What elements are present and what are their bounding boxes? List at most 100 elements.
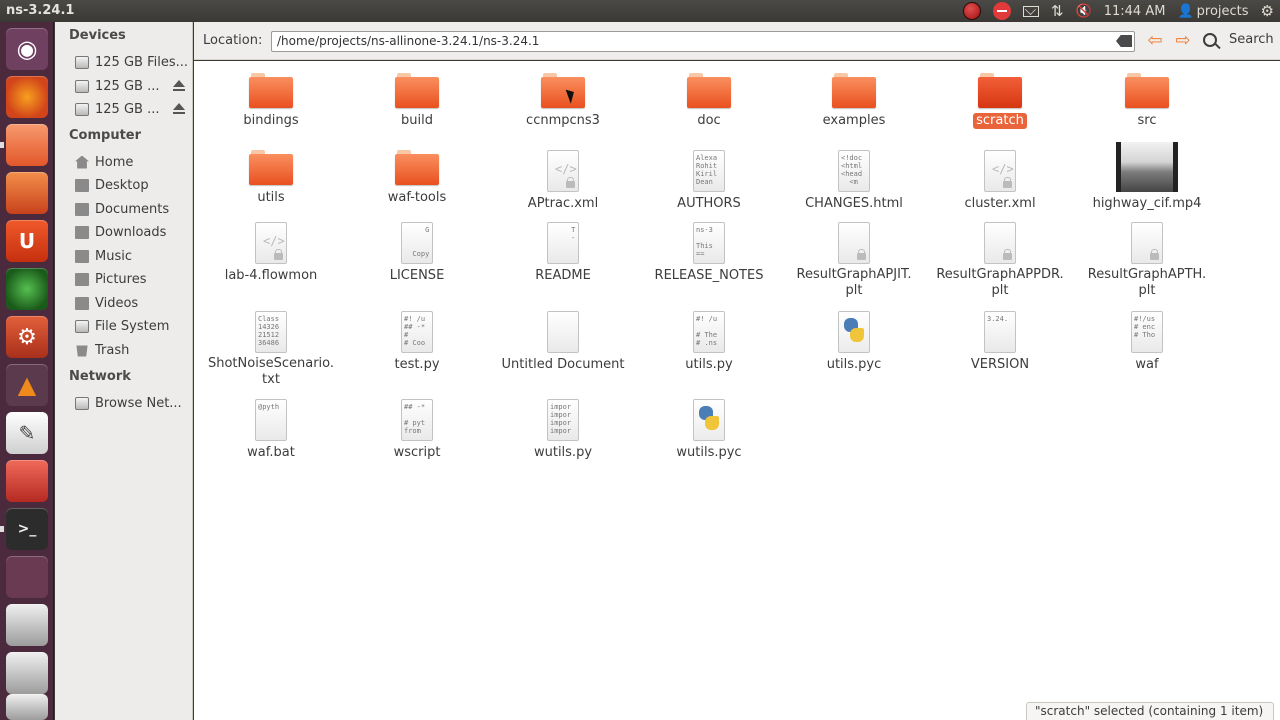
file-item[interactable]: T - README: [493, 222, 633, 284]
python-file-icon: [838, 311, 870, 353]
sidebar-item-pictures[interactable]: Pictures: [75, 269, 191, 289]
stop-indicator-icon[interactable]: [992, 2, 1011, 20]
sidebar-item-file-system[interactable]: File System: [75, 316, 191, 336]
folder-item[interactable]: bindings: [201, 73, 341, 129]
file-item[interactable]: </> APtrac.xml: [493, 150, 633, 212]
lock-icon: [1003, 249, 1012, 260]
sidebar-item-browse-network[interactable]: Browse Net...: [75, 393, 191, 413]
lock-icon: [274, 249, 283, 260]
file-item[interactable]: </> lab-4.flowmon: [201, 222, 341, 284]
sidebar-item-desktop[interactable]: Desktop: [75, 175, 191, 195]
file-item[interactable]: G Copy LICENSE: [347, 222, 487, 284]
folder-item[interactable]: examples: [784, 73, 924, 129]
sidebar-item-documents[interactable]: Documents: [75, 199, 191, 219]
file-preview-text: Class 14326 21512 36486: [258, 315, 280, 347]
folder-item[interactable]: doc: [639, 73, 779, 129]
clock[interactable]: 11:44 AM: [1104, 0, 1166, 22]
mail-icon[interactable]: [1022, 5, 1039, 17]
terminal-icon[interactable]: >_: [6, 508, 48, 550]
file-item[interactable]: ResultGraphAPTH. plt: [1077, 222, 1217, 299]
text-file-icon: Alexa Rohit Kiril Dean: [693, 150, 725, 192]
location-input[interactable]: /home/projects/ns-allinone-3.24.1/ns-3.2…: [271, 31, 1135, 52]
vlc-icon[interactable]: ▲: [6, 364, 48, 406]
ubuntu-software-icon[interactable]: U: [6, 220, 48, 262]
user-name: projects: [1196, 3, 1249, 19]
file-item[interactable]: #! /u ## -* # # Coo test.py: [347, 311, 487, 373]
lock-icon: [566, 177, 575, 188]
lock-icon: [857, 249, 866, 260]
file-name-label: lab-4.flowmon: [224, 268, 318, 283]
workspace-switcher-icon[interactable]: [6, 556, 48, 598]
sidebar-item-videos[interactable]: Videos: [75, 293, 191, 313]
file-preview-text: @pyth: [258, 403, 280, 411]
file-item[interactable]: #! /u # The # .ns utils.py: [639, 311, 779, 373]
python-file-icon: [693, 399, 725, 441]
sidebar-item-device[interactable]: 125 GB ...: [75, 99, 191, 119]
file-item[interactable]: @pyth waf.bat: [201, 399, 341, 461]
file-item[interactable]: #!/us # enc # Tho waf: [1077, 311, 1217, 373]
file-item[interactable]: <!doc <html <head <m CHANGES.html: [784, 150, 924, 212]
folder-item[interactable]: src: [1077, 73, 1217, 129]
sidebar-item-downloads[interactable]: Downloads: [75, 222, 191, 242]
drive-icon[interactable]: [6, 694, 48, 720]
files-icon[interactable]: [6, 124, 48, 166]
file-item[interactable]: Class 14326 21512 36486 ShotNoiseScenario…: [201, 311, 341, 388]
folder-icon: [1125, 73, 1169, 109]
drive-icon[interactable]: [6, 604, 48, 646]
folder-item[interactable]: scratch: [930, 73, 1070, 129]
lock-icon: [1150, 249, 1159, 260]
file-item[interactable]: highway_cif.mp4: [1077, 142, 1217, 212]
search-button[interactable]: Search: [1203, 32, 1274, 47]
back-arrow-icon[interactable]: ⇦: [1146, 32, 1164, 50]
system-settings-icon[interactable]: ⚙: [6, 316, 48, 358]
text-file-icon: Class 14326 21512 36486: [255, 311, 287, 353]
draw-app-icon[interactable]: [6, 460, 48, 502]
user-menu[interactable]: 👤 projects: [1177, 0, 1248, 22]
file-preview-text: #! /u ## -* # # Coo: [404, 315, 426, 347]
sidebar-item-label: Music: [95, 248, 132, 264]
volume-muted-icon[interactable]: 🔇: [1076, 0, 1092, 22]
sidebar-item-home[interactable]: Home: [75, 152, 191, 172]
file-item[interactable]: Untitled Document: [493, 311, 633, 373]
session-gear-icon[interactable]: ⚙: [1261, 0, 1274, 22]
sidebar-item-trash[interactable]: Trash: [75, 340, 191, 360]
file-name-label: wutils.py: [533, 445, 593, 460]
file-item[interactable]: </> cluster.xml: [930, 150, 1070, 212]
folder-item[interactable]: build: [347, 73, 487, 129]
file-name-label: ResultGraphAPJIT. plt: [796, 267, 912, 298]
dash-home-icon[interactable]: ◉: [6, 28, 48, 70]
network-icon: [75, 396, 89, 410]
sidebar-item-music[interactable]: Music: [75, 246, 191, 266]
sidebar-item-device[interactable]: 125 GB Files...: [75, 52, 191, 72]
file-item[interactable]: Alexa Rohit Kiril Dean AUTHORS: [639, 150, 779, 212]
folder-item[interactable]: utils: [201, 150, 341, 206]
folder-icon: [249, 150, 293, 186]
record-indicator-icon[interactable]: [962, 2, 981, 20]
text-editor-icon[interactable]: ✎: [6, 412, 48, 454]
file-item[interactable]: 3.24. VERSION: [930, 311, 1070, 373]
folder-item[interactable]: waf-tools: [347, 150, 487, 206]
file-item[interactable]: impor impor impor impor wutils.py: [493, 399, 633, 461]
location-toolbar: Location: /home/projects/ns-allinone-3.2…: [194, 22, 1280, 60]
eject-icon[interactable]: [173, 80, 185, 92]
file-item[interactable]: ResultGraphAPPDR. plt: [930, 222, 1070, 299]
file-item[interactable]: ns-3 This == RELEASE_NOTES: [639, 222, 779, 284]
firefox-icon[interactable]: [6, 76, 48, 118]
impress-icon[interactable]: [6, 172, 48, 214]
drive-icon[interactable]: [6, 652, 48, 694]
forward-arrow-icon[interactable]: ⇨: [1174, 32, 1192, 50]
globe-app-icon[interactable]: [6, 268, 48, 310]
code-glyph-icon: </>: [263, 234, 285, 248]
sidebar-item-device[interactable]: 125 GB ...: [75, 76, 191, 96]
file-item[interactable]: ResultGraphAPJIT. plt: [784, 222, 924, 299]
folder-item[interactable]: ccnmpcns3: [493, 73, 633, 129]
sidebar-item-label: File System: [95, 318, 170, 334]
file-item[interactable]: wutils.pyc: [639, 399, 779, 461]
file-item[interactable]: ## -* # pyt from wscript: [347, 399, 487, 461]
text-file-icon: <!doc <html <head <m: [838, 150, 870, 192]
text-file-icon: [838, 222, 870, 264]
eject-icon[interactable]: [173, 103, 185, 115]
file-item[interactable]: utils.pyc: [784, 311, 924, 373]
file-name-label: Untitled Document: [501, 357, 625, 372]
network-updown-icon[interactable]: ⇅: [1051, 0, 1064, 22]
